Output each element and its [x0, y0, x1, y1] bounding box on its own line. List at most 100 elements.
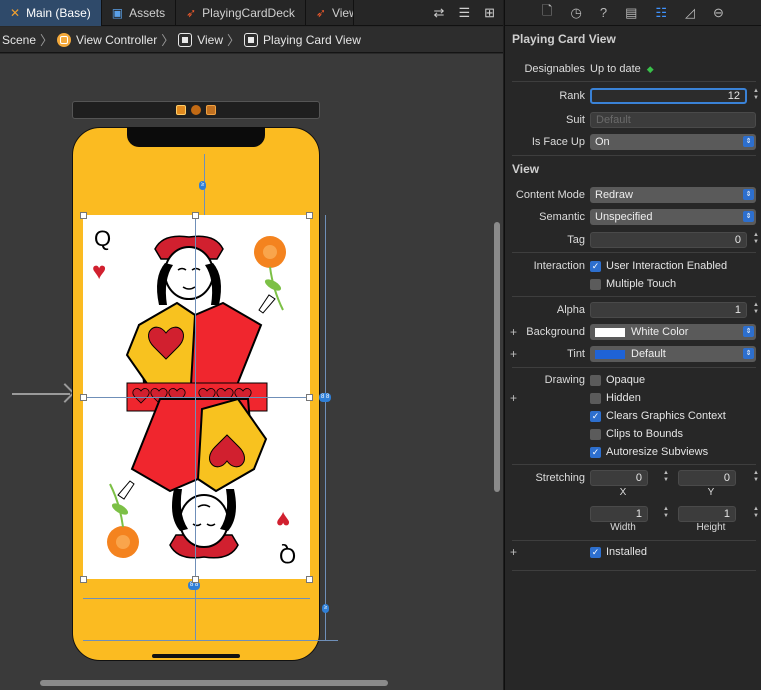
- resize-handle-bottom-right[interactable]: [306, 576, 313, 583]
- right-height-guide: [325, 215, 326, 640]
- alpha-stepper-icon[interactable]: ▲ ▼: [752, 302, 760, 318]
- resize-handle-top-left[interactable]: [80, 212, 87, 219]
- swift-icon: ➶: [315, 6, 326, 20]
- suit-field[interactable]: Default: [590, 112, 756, 128]
- add-variation-icon[interactable]: +: [510, 545, 517, 559]
- face-up-popup[interactable]: On ⇕: [590, 134, 756, 150]
- tag-row: Tag 0 ▲ ▼: [504, 231, 761, 249]
- rank-field[interactable]: 12: [590, 88, 747, 104]
- semantic-popup[interactable]: Unspecified ⇕: [590, 209, 756, 225]
- tag-stepper-icon[interactable]: ▲ ▼: [752, 232, 760, 248]
- identity-inspector-icon[interactable]: ▤: [625, 5, 637, 21]
- checkmark-icon: ✓: [590, 546, 601, 558]
- stretch-height-stepper-icon[interactable]: ▲ ▼: [752, 506, 760, 522]
- hidden-checkbox[interactable]: Hidden: [590, 392, 641, 404]
- background-color-popup[interactable]: White Color ⇕: [590, 324, 756, 340]
- add-variation-icon[interactable]: +: [510, 325, 517, 339]
- height-constraint-badge[interactable]: 8 8: [319, 393, 332, 402]
- resize-handle-middle-right[interactable]: [306, 394, 313, 401]
- first-responder-icon[interactable]: [191, 105, 201, 115]
- stretch-x-field[interactable]: 0: [590, 470, 648, 486]
- breadcrumb-label: Playing Card View: [263, 32, 361, 47]
- divider: [512, 367, 756, 368]
- section-title-view: View: [512, 162, 540, 176]
- history-inspector-icon[interactable]: ◷: [571, 5, 582, 21]
- tint-value: Default: [631, 348, 666, 360]
- stretch-y-field[interactable]: 0: [678, 470, 736, 486]
- installed-checkbox[interactable]: ✓ Installed: [590, 546, 647, 558]
- resize-handle-middle-left[interactable]: [80, 394, 87, 401]
- breadcrumb-scene[interactable]: Scene: [2, 33, 36, 47]
- swift-icon: ➶: [186, 6, 197, 20]
- rank-stepper-icon[interactable]: ▲ ▼: [752, 88, 760, 104]
- view-icon: [178, 32, 193, 47]
- attributes-inspector-icon[interactable]: ☷: [655, 5, 667, 21]
- clips-to-bounds-checkbox[interactable]: Clips to Bounds: [590, 428, 683, 440]
- help-inspector-icon[interactable]: ?: [600, 5, 607, 20]
- stretch-width-stepper-icon[interactable]: ▲ ▼: [662, 506, 670, 522]
- vertical-scrollbar[interactable]: [494, 222, 500, 492]
- opaque-checkbox[interactable]: Opaque: [590, 374, 645, 386]
- breadcrumb-view-controller[interactable]: View Controller: [57, 32, 157, 47]
- top-constraint-badge[interactable]: ≥: [199, 181, 207, 190]
- resize-handle-top-center[interactable]: [192, 212, 199, 219]
- resize-handle-bottom-left[interactable]: [80, 576, 87, 583]
- size-inspector-icon[interactable]: ◿: [685, 5, 695, 21]
- designables-status: Up to date ◆: [590, 63, 654, 75]
- connections-inspector-icon[interactable]: ⊖: [713, 5, 724, 21]
- stretch-x-stepper-icon[interactable]: ▲ ▼: [662, 470, 670, 486]
- autoresize-row: ✓ Autoresize Subviews: [504, 443, 761, 461]
- installed-row: + ✓ Installed: [504, 543, 761, 561]
- resize-handle-bottom-center[interactable]: [192, 576, 199, 583]
- tab-assets[interactable]: ▣ Assets: [102, 0, 177, 26]
- card-suit-bottom: ♥: [276, 506, 291, 533]
- resize-handle-top-right[interactable]: [306, 212, 313, 219]
- alpha-row: Alpha 1 ▲ ▼: [504, 301, 761, 319]
- alpha-field[interactable]: 1: [590, 302, 747, 318]
- autoresize-subviews-checkbox[interactable]: ✓ Autoresize Subviews: [590, 446, 708, 458]
- add-variation-icon[interactable]: +: [510, 391, 517, 405]
- breadcrumb-playing-card-view[interactable]: Playing Card View: [244, 32, 361, 47]
- stretch-y-label: Y: [707, 487, 715, 498]
- swap-icon[interactable]: ⇄: [434, 5, 445, 21]
- semantic-value: Unspecified: [595, 211, 653, 223]
- chevron-right-icon: 〉: [40, 33, 54, 48]
- checkbox-empty-icon: [590, 278, 601, 290]
- stretch-width-field[interactable]: 1: [590, 506, 648, 522]
- stretch-height-field[interactable]: 1: [678, 506, 736, 522]
- entry-point-arrow[interactable]: [12, 393, 70, 395]
- popup-chevron-icon: ⇕: [743, 326, 754, 337]
- side-constraint-badge[interactable]: ≥: [322, 604, 330, 613]
- content-mode-popup[interactable]: Redraw ⇕: [590, 187, 756, 203]
- exit-icon[interactable]: [206, 105, 216, 115]
- user-interaction-checkbox[interactable]: ✓ User Interaction Enabled: [590, 260, 727, 272]
- tab-main-base[interactable]: ✕ Main (Base): [0, 0, 102, 26]
- face-up-row: Is Face Up On ⇕: [504, 133, 761, 151]
- divider: [512, 464, 756, 465]
- card-rank-top: Q: [94, 226, 112, 251]
- checkbox-empty-icon: [590, 428, 601, 440]
- content-mode-label: Content Mode: [515, 189, 585, 201]
- tab-playingcarddeck[interactable]: ➶ PlayingCardDeck: [176, 0, 306, 26]
- tag-field[interactable]: 0: [590, 232, 747, 248]
- horizontal-scrollbar[interactable]: [40, 680, 388, 686]
- checkbox-label: Opaque: [606, 374, 646, 386]
- interaction-label: Interaction: [533, 260, 585, 272]
- clears-row: ✓ Clears Graphics Context: [504, 407, 761, 425]
- file-inspector-icon[interactable]: 🗋: [542, 2, 552, 24]
- multiple-touch-checkbox[interactable]: Multiple Touch: [590, 278, 676, 290]
- view-controller-icon[interactable]: [176, 105, 186, 115]
- interaction-row: Interaction ✓ User Interaction Enabled: [504, 257, 761, 275]
- add-variation-icon[interactable]: +: [510, 347, 517, 361]
- designables-value: Up to date: [590, 63, 641, 75]
- add-editor-icon[interactable]: ⊞: [484, 5, 495, 21]
- checkbox-label: Autoresize Subviews: [606, 446, 709, 458]
- breadcrumb-view[interactable]: View: [178, 32, 223, 47]
- tab-view[interactable]: ➶ View: [306, 0, 354, 26]
- clears-graphics-checkbox[interactable]: ✓ Clears Graphics Context: [590, 410, 726, 422]
- lines-icon[interactable]: ☰: [458, 5, 470, 21]
- checkbox-label: Multiple Touch: [606, 278, 677, 290]
- stretch-y-stepper-icon[interactable]: ▲ ▼: [752, 470, 760, 486]
- tint-color-popup[interactable]: Default ⇕: [590, 346, 756, 362]
- popup-chevron-icon: ⇕: [743, 136, 754, 147]
